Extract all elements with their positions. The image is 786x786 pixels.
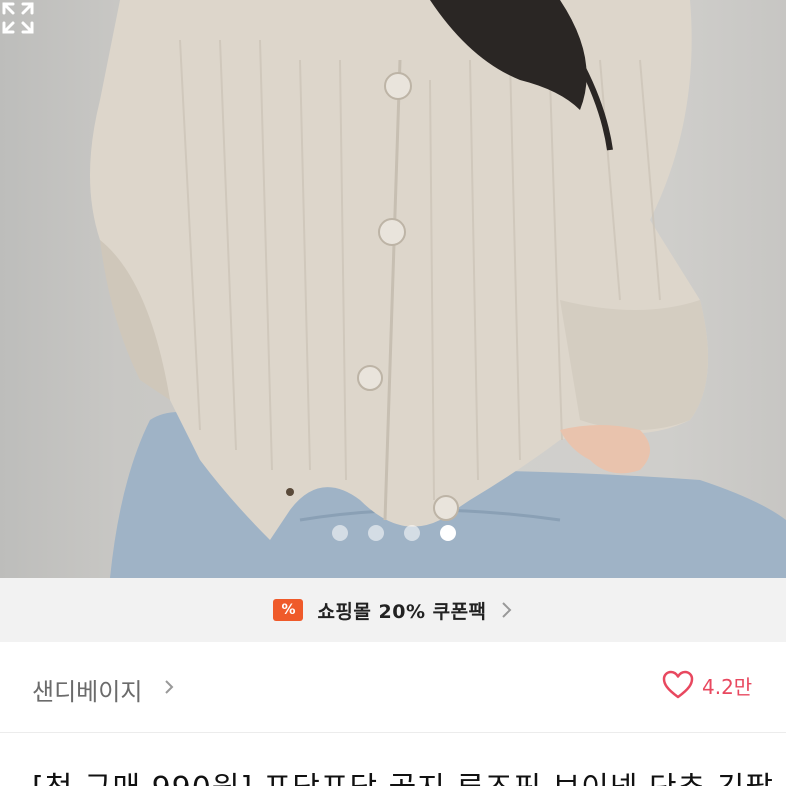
store-row: 샌디베이지 4.2만	[0, 642, 786, 732]
expand-icon[interactable]	[0, 0, 36, 36]
store-name-link[interactable]: 샌디베이지	[32, 672, 142, 707]
carousel-pagination	[332, 525, 456, 541]
product-title: [첫 구매 990원] 포닥포닥 골지 루즈핏 브이넥 단추 긴팔 가	[32, 763, 786, 786]
chevron-right-icon[interactable]	[162, 678, 176, 696]
like-button[interactable]: 4.2만	[662, 670, 752, 700]
product-image-carousel[interactable]	[0, 0, 786, 578]
like-count: 4.2만	[702, 674, 753, 699]
product-title-row: [첫 구매 990원] 포닥포닥 골지 루즈핏 브이넥 단추 긴팔 가	[0, 733, 786, 786]
carousel-dot[interactable]	[404, 525, 420, 541]
carousel-dot[interactable]	[332, 525, 348, 541]
carousel-dot-active[interactable]	[440, 525, 456, 541]
coupon-banner[interactable]: % 쇼핑몰 20% 쿠폰팩	[0, 578, 786, 642]
carousel-dot[interactable]	[368, 525, 384, 541]
chevron-right-icon	[501, 602, 511, 618]
coupon-icon: %	[273, 599, 304, 621]
product-photo	[90, 0, 786, 578]
coupon-text: 쇼핑몰 20% 쿠폰팩	[317, 600, 487, 623]
heart-icon	[662, 670, 694, 699]
